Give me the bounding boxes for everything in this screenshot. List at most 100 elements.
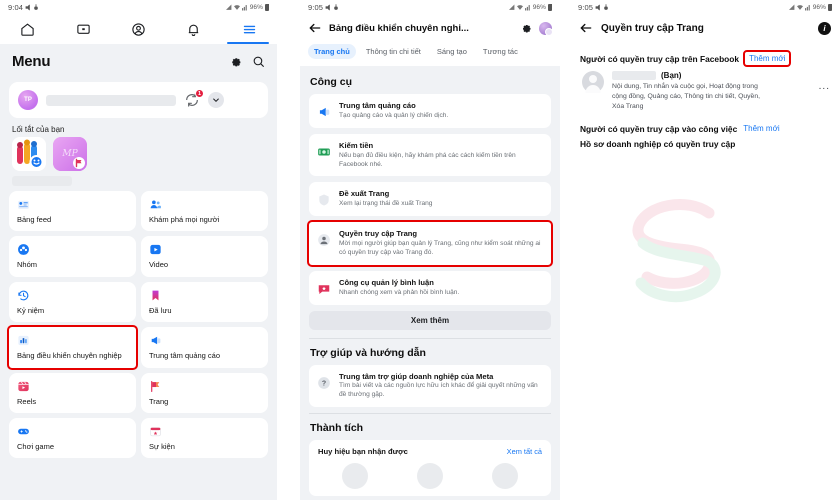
menu-icon <box>243 25 255 34</box>
tool-item-monetization[interactable]: Kiếm tiền Nếu bạn đủ điều kiện, hãy khám… <box>309 133 551 177</box>
ads-icon <box>151 336 161 345</box>
menu-tile-groups[interactable]: Nhóm <box>9 236 136 277</box>
tool-item-subtitle: Nhanh chóng xem và phản hồi bình luận. <box>339 288 460 296</box>
search-icon[interactable] <box>252 55 265 68</box>
add-new-facebook-access-button[interactable]: Thêm mới <box>743 50 792 67</box>
status-left-3: 9:05 <box>578 3 609 12</box>
menu-tile-pages[interactable]: Trang <box>141 372 268 413</box>
nav-menu-button[interactable] <box>229 15 269 44</box>
ads-center-icon <box>319 107 330 117</box>
signal-bars-icon <box>524 5 530 11</box>
tab-trang-chu[interactable]: Trang chủ <box>308 44 356 59</box>
shortcut-page-tile[interactable]: MP <box>53 137 87 171</box>
tab-sang-tao[interactable]: Sáng tạo <box>431 44 473 59</box>
menu-tile-professional-dashboard[interactable]: Bảng điều khiển chuyên nghiệp <box>7 325 138 370</box>
menu-tile-video[interactable]: Video <box>141 236 268 277</box>
signal-off-icon <box>788 4 795 10</box>
nav-home-button[interactable] <box>8 15 48 44</box>
alarm-icon <box>334 4 338 10</box>
nav-notifications-button[interactable] <box>174 15 214 44</box>
person-name-row: (Bạn) <box>612 71 772 80</box>
gear-icon[interactable] <box>520 22 532 34</box>
battery-icon-1 <box>265 3 269 11</box>
avatar[interactable] <box>539 21 553 36</box>
profile-icon <box>132 23 145 36</box>
shortcuts-label: Lối tắt của bạn <box>12 125 65 134</box>
status-bar-1: 9:04 96% <box>0 0 277 15</box>
menu-tile-memories[interactable]: Kỷ niệm <box>9 281 136 323</box>
nav-profile-button[interactable] <box>118 15 158 44</box>
section-facebook-access: Người có quyền truy cập trên Facebook Th… <box>580 50 830 67</box>
shortcut-name-redacted <box>12 176 72 186</box>
menu-header-actions <box>229 55 265 68</box>
feed-icon <box>18 200 29 209</box>
menu-tile-feed[interactable]: Bảng feed <box>9 191 136 232</box>
comment-icon <box>318 284 330 294</box>
shield-icon <box>319 194 329 206</box>
back-arrow-icon[interactable] <box>579 21 593 35</box>
person-details: (Bạn) Nội dung, Tin nhắn và cuộc gọi, Ho… <box>612 71 772 112</box>
tab-tuong-tac[interactable]: Tương tác <box>477 44 524 59</box>
home-icon <box>21 23 34 36</box>
battery-percent-2: 96% <box>532 4 546 11</box>
menu-tile-gaming[interactable]: Chơi game <box>9 417 136 459</box>
menu-tile-saved[interactable]: Đã lưu <box>141 281 268 323</box>
see-more-button[interactable]: Xem thêm <box>309 310 551 330</box>
badge-placeholder <box>342 463 369 490</box>
tool-item-subtitle: Tạo quảng cáo và quản lý chiến dịch. <box>339 111 449 119</box>
phone-panel-professional-dashboard: 9:05 96% Bảng điều khiển chuyên nghi... … <box>300 0 560 500</box>
person-row[interactable]: (Bạn) Nội dung, Tin nhắn và cuộc gọi, Ho… <box>582 71 830 112</box>
expand-profile-button[interactable] <box>208 92 224 108</box>
status-bar-2: 9:05 96% <box>300 0 560 15</box>
dashboard-title: Bảng điều khiển chuyên nghi... <box>329 22 469 34</box>
svg-text:MP: MP <box>61 149 78 159</box>
back-arrow-icon[interactable] <box>308 21 322 35</box>
tool-item-comment-manager[interactable]: Công cụ quản lý bình luận Nhanh chóng xe… <box>309 270 551 305</box>
mute-icon <box>595 4 600 11</box>
menu-tile-label: Video <box>149 260 169 270</box>
wifi-icon <box>796 5 803 10</box>
nav-video-button[interactable] <box>63 15 103 44</box>
person-permissions: Nội dung, Tin nhắn và cuộc gọi, Hoạt độn… <box>612 83 760 110</box>
status-left-1: 9:04 <box>8 3 39 12</box>
phone-panel-menu: 9:04 96% Menu TP 1 Lối tắt của bạn MP Bả… <box>0 0 277 500</box>
help-item-subtitle: Tìm bài viết và các nguồn lực hữu ích kh… <box>339 382 538 399</box>
section-title: Người có quyền truy cập vào công việc <box>580 123 738 134</box>
menu-tile-discover-people[interactable]: Khám phá mọi người <box>141 191 268 232</box>
tool-item-text: Quyền truy cập Trang Mời mọi người giúp … <box>339 229 543 258</box>
watermark-logo <box>632 199 721 303</box>
menu-tile-reels[interactable]: Reels <box>9 372 136 413</box>
profile-notification-wrapper[interactable]: 1 <box>184 89 204 108</box>
add-new-work-access-button[interactable]: Thêm mới <box>743 124 779 133</box>
profile-shortcut-card[interactable]: TP 1 <box>9 82 268 118</box>
tool-item-title: Kiếm tiền <box>339 140 374 150</box>
tool-item-page-recommendation[interactable]: Đề xuất Trang Xem lại trạng thái đề xuất… <box>309 182 551 217</box>
tool-item-title: Quyền truy cập Trang <box>339 229 418 239</box>
section-title: Người có quyền truy cập trên Facebook <box>580 53 740 64</box>
group-people-icon <box>12 137 46 171</box>
info-icon[interactable]: i <box>818 21 831 35</box>
battery-icon-3 <box>828 3 832 11</box>
person-overflow-menu-icon[interactable]: ... <box>819 71 830 92</box>
help-item-meta-business[interactable]: ? Trung tâm trợ giúp doanh nghiệp của Me… <box>309 364 551 408</box>
section-title: Hồ sơ doanh nghiệp có quyền truy cập <box>580 138 736 149</box>
help-item-title: Trung tâm trợ giúp doanh nghiệp của Meta <box>339 371 494 381</box>
chevron-down-icon <box>213 98 219 103</box>
person-you-label: (Bạn) <box>661 71 682 80</box>
badges-card: Huy hiệu bạn nhận được Xem tất cả <box>309 440 551 497</box>
menu-tile-ads-center[interactable]: Trung tâm quảng cáo <box>141 327 268 368</box>
achievements-section-title: Thành tích <box>310 422 364 435</box>
badges-see-all-link[interactable]: Xem tất cả <box>507 447 542 456</box>
mute-icon <box>25 4 30 11</box>
help-section-title: Trợ giúp và hướng dẫn <box>310 346 426 359</box>
gear-icon[interactable] <box>229 55 242 68</box>
tool-item-ads-center[interactable]: Trung tâm quảng cáo Tạo quảng cáo và quả… <box>309 94 551 128</box>
page-title: Menu <box>12 52 51 70</box>
person-name-redacted <box>612 71 656 80</box>
shortcut-group-tile[interactable] <box>12 137 46 171</box>
tab-thong-tin-chi-tiet[interactable]: Thông tin chi tiết <box>360 44 427 59</box>
help-item-text: Trung tâm trợ giúp doanh nghiệp của Meta… <box>339 372 543 401</box>
tool-item-page-access[interactable]: Quyền truy cập Trang Mời mọi người giúp … <box>307 220 553 267</box>
facebook-tab-bar <box>0 15 277 44</box>
menu-tile-events[interactable]: Sự kiện <box>141 417 268 459</box>
